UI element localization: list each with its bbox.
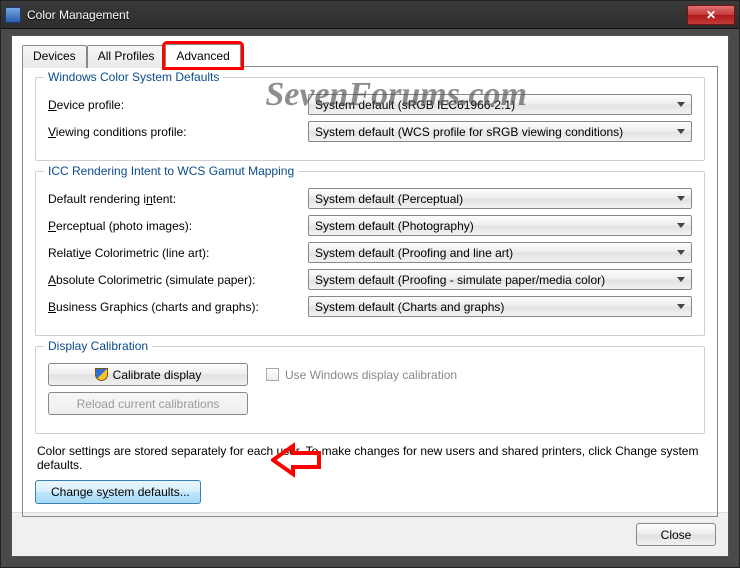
chevron-down-icon bbox=[677, 277, 685, 282]
chevron-down-icon bbox=[677, 129, 685, 134]
device-profile-combo[interactable]: System default (sRGB IEC61966-2.1) bbox=[308, 94, 692, 115]
perceptual-combo[interactable]: System default (Photography) bbox=[308, 215, 692, 236]
default-intent-value: System default (Perceptual) bbox=[315, 192, 677, 206]
titlebar[interactable]: Color Management ✕ bbox=[1, 1, 739, 29]
group-wcs-defaults: Windows Color System Defaults Device pro… bbox=[35, 77, 705, 161]
note-text: Color settings are stored separately for… bbox=[37, 444, 703, 472]
close-icon: ✕ bbox=[706, 8, 716, 22]
perceptual-value: System default (Photography) bbox=[315, 219, 677, 233]
default-intent-combo[interactable]: System default (Perceptual) bbox=[308, 188, 692, 209]
calibrate-display-button[interactable]: Calibrate display bbox=[48, 363, 248, 386]
viewing-conditions-label: Viewing conditions profile: bbox=[48, 125, 308, 139]
group-wcs-legend: Windows Color System Defaults bbox=[44, 70, 223, 84]
default-intent-label: Default rendering intent: bbox=[48, 192, 308, 206]
chevron-down-icon bbox=[677, 196, 685, 201]
use-windows-calibration-checkbox[interactable]: Use Windows display calibration bbox=[266, 368, 457, 382]
change-system-defaults-button[interactable]: Change system defaults... bbox=[35, 480, 201, 504]
chevron-down-icon bbox=[677, 250, 685, 255]
tab-devices-label: Devices bbox=[33, 49, 76, 63]
close-button[interactable]: Close bbox=[636, 523, 716, 546]
reload-calibrations-label: Reload current calibrations bbox=[77, 397, 220, 411]
client-area: SevenForums.com Devices All Profiles Adv… bbox=[11, 35, 729, 557]
viewing-conditions-value: System default (WCS profile for sRGB vie… bbox=[315, 125, 677, 139]
chevron-down-icon bbox=[677, 304, 685, 309]
change-system-defaults-label: Change system defaults... bbox=[51, 485, 190, 499]
tab-advanced-label: Advanced bbox=[176, 49, 229, 63]
viewing-conditions-combo[interactable]: System default (WCS profile for sRGB vie… bbox=[308, 121, 692, 142]
window-title: Color Management bbox=[27, 8, 687, 22]
relative-colorimetric-value: System default (Proofing and line art) bbox=[315, 246, 677, 260]
close-window-button[interactable]: ✕ bbox=[687, 5, 735, 25]
group-display-calibration: Display Calibration Calibrate display Us… bbox=[35, 346, 705, 434]
checkbox-icon bbox=[266, 368, 279, 381]
close-button-label: Close bbox=[661, 528, 692, 542]
relative-colorimetric-combo[interactable]: System default (Proofing and line art) bbox=[308, 242, 692, 263]
app-icon bbox=[5, 7, 21, 23]
perceptual-label: Perceptual (photo images): bbox=[48, 219, 308, 233]
tab-strip: Devices All Profiles Advanced bbox=[22, 44, 718, 67]
tab-all-profiles[interactable]: All Profiles bbox=[87, 45, 166, 68]
chevron-down-icon bbox=[677, 102, 685, 107]
calibrate-display-label: Calibrate display bbox=[113, 368, 202, 382]
absolute-colorimetric-value: System default (Proofing - simulate pape… bbox=[315, 273, 677, 287]
use-windows-calibration-label: Use Windows display calibration bbox=[285, 368, 457, 382]
business-graphics-value: System default (Charts and graphs) bbox=[315, 300, 677, 314]
device-profile-value: System default (sRGB IEC61966-2.1) bbox=[315, 98, 677, 112]
tab-devices[interactable]: Devices bbox=[22, 45, 87, 68]
group-calib-legend: Display Calibration bbox=[44, 339, 152, 353]
annotation-arrow-icon bbox=[271, 442, 321, 478]
tab-advanced[interactable]: Advanced bbox=[165, 44, 240, 67]
business-graphics-label: Business Graphics (charts and graphs): bbox=[48, 300, 308, 314]
tab-panel-advanced: Windows Color System Defaults Device pro… bbox=[22, 66, 718, 517]
business-graphics-combo[interactable]: System default (Charts and graphs) bbox=[308, 296, 692, 317]
window-frame: Color Management ✕ SevenForums.com Devic… bbox=[0, 0, 740, 568]
group-icc-legend: ICC Rendering Intent to WCS Gamut Mappin… bbox=[44, 164, 298, 178]
dialog-footer: Close bbox=[12, 512, 728, 556]
absolute-colorimetric-label: Absolute Colorimetric (simulate paper): bbox=[48, 273, 308, 287]
reload-calibrations-button: Reload current calibrations bbox=[48, 392, 248, 415]
relative-colorimetric-label: Relative Colorimetric (line art): bbox=[48, 246, 308, 260]
device-profile-label: Device profile: bbox=[48, 98, 308, 112]
tab-all-profiles-label: All Profiles bbox=[98, 49, 155, 63]
chevron-down-icon bbox=[677, 223, 685, 228]
group-icc-mapping: ICC Rendering Intent to WCS Gamut Mappin… bbox=[35, 171, 705, 336]
absolute-colorimetric-combo[interactable]: System default (Proofing - simulate pape… bbox=[308, 269, 692, 290]
uac-shield-icon bbox=[95, 368, 108, 381]
